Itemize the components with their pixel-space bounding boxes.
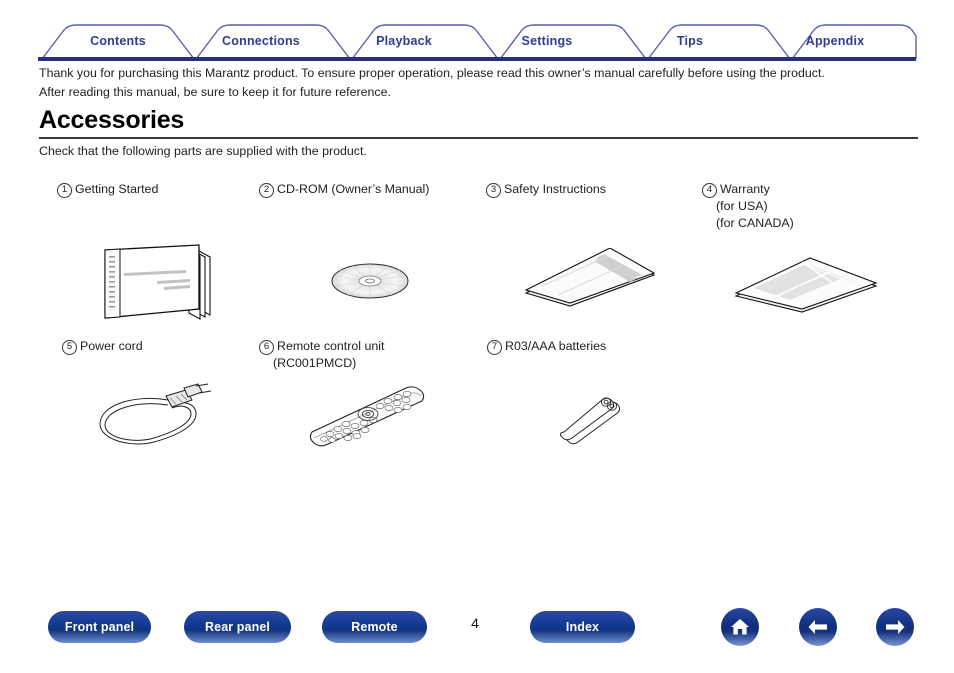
- title-divider: [39, 137, 918, 139]
- intro-line-1: Thank you for purchasing this Marantz pr…: [39, 66, 825, 80]
- tab-contents[interactable]: Contents: [90, 34, 146, 48]
- accessory-text-5: Power cord: [80, 339, 143, 353]
- front-panel-button[interactable]: Front panel: [48, 611, 151, 643]
- accessory-text-6: Remote control unit: [277, 339, 385, 353]
- accessory-label-1: 1 Getting Started: [57, 181, 158, 198]
- tab-settings[interactable]: Settings: [522, 34, 573, 48]
- circled-number-4: 4: [702, 183, 717, 198]
- back-button[interactable]: [799, 608, 837, 646]
- cdrom-illustration: [331, 263, 409, 299]
- accessory-label-6: 6 Remote control unit (RC001PMCD): [259, 338, 384, 372]
- home-icon: [731, 619, 749, 635]
- accessory-text-2: CD-ROM (Owner’s Manual): [277, 182, 430, 196]
- tab-shapes: [41, 24, 917, 60]
- forward-button[interactable]: [876, 608, 914, 646]
- accessory-label-3: 3 Safety Instructions: [486, 181, 606, 198]
- tab-baseline: [38, 57, 916, 61]
- home-button[interactable]: [721, 608, 759, 646]
- intro-paragraph: Thank you for purchasing this Marantz pr…: [39, 64, 919, 101]
- circled-number-5: 5: [62, 340, 77, 355]
- remote-control-illustration: [309, 386, 425, 447]
- batteries-illustration: [559, 397, 621, 445]
- accessory-sub-4b: (for CANADA): [716, 215, 794, 230]
- arrow-right-icon: [886, 620, 905, 634]
- booklet-illustration: [104, 244, 211, 320]
- accessory-text-7: R03/AAA batteries: [505, 339, 607, 353]
- tab-bar: Contents Connections Playback Settings T…: [0, 0, 954, 62]
- accessory-label-2: 2 CD-ROM (Owner’s Manual): [259, 181, 429, 198]
- tab-playback[interactable]: Playback: [376, 34, 432, 48]
- index-button[interactable]: Index: [530, 611, 635, 643]
- circled-number-1: 1: [57, 183, 72, 198]
- rear-panel-button[interactable]: Rear panel: [184, 611, 291, 643]
- tab-tips[interactable]: Tips: [677, 34, 703, 48]
- tab-appendix[interactable]: Appendix: [806, 34, 865, 48]
- circled-number-7: 7: [487, 340, 502, 355]
- circled-number-3: 3: [486, 183, 501, 198]
- circled-number-6: 6: [259, 340, 274, 355]
- warranty-illustration: [734, 257, 878, 313]
- circled-number-2: 2: [259, 183, 274, 198]
- tab-connections[interactable]: Connections: [222, 34, 300, 48]
- page-subtitle: Check that the following parts are suppl…: [39, 144, 367, 158]
- page-title: Accessories: [39, 106, 185, 134]
- accessory-sub-4a: (for USA): [716, 199, 768, 213]
- accessory-sub-6: (RC001PMCD): [273, 356, 357, 370]
- accessory-text-1: Getting Started: [75, 182, 159, 196]
- accessory-text-3: Safety Instructions: [504, 182, 606, 196]
- remote-button[interactable]: Remote: [322, 611, 427, 643]
- accessory-label-5: 5 Power cord: [62, 338, 143, 355]
- power-cord-illustration: [99, 383, 212, 445]
- accessory-label-4: 4 Warranty (for USA) (for CANADA): [702, 181, 794, 231]
- arrow-left-icon: [808, 620, 827, 634]
- accessory-label-7: 7 R03/AAA batteries: [487, 338, 606, 355]
- tab-outline-tips: [647, 24, 791, 60]
- intro-line-2: After reading this manual, be sure to ke…: [39, 84, 391, 99]
- safety-sheet-illustration: [524, 248, 656, 307]
- page-number: 4: [471, 615, 479, 631]
- accessory-text-4: Warranty: [720, 182, 770, 196]
